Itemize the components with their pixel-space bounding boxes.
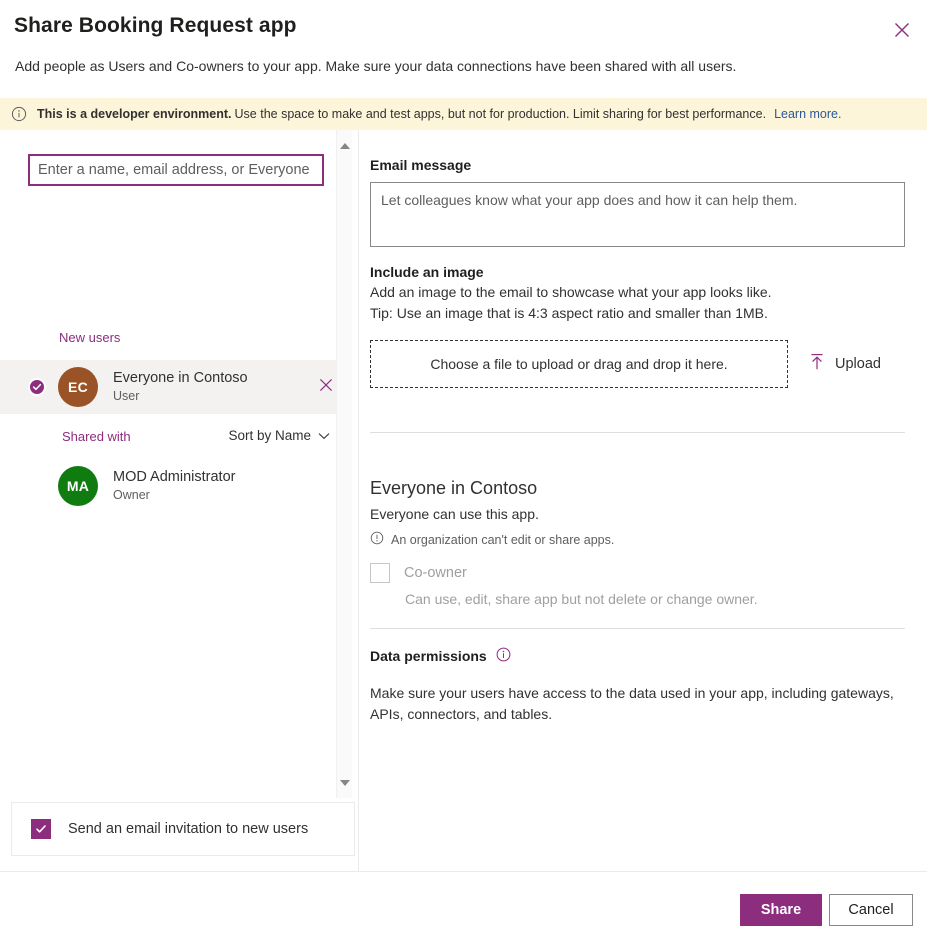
co-owner-label: Co-owner (404, 565, 467, 581)
email-message-label: Email message (370, 157, 472, 173)
permission-target-title: Everyone in Contoso (370, 478, 538, 498)
list-item-text: MOD Administrator Owner (113, 468, 235, 504)
dialog-subtitle: Add people as Users and Co-owners to you… (15, 58, 737, 74)
section-divider (370, 432, 905, 433)
selected-check-icon[interactable] (28, 378, 46, 396)
list-item[interactable]: EC Everyone in Contoso User (0, 360, 351, 414)
person-name: MOD Administrator (113, 469, 236, 485)
developer-environment-banner: This is a developer environment. Use the… (0, 98, 927, 130)
file-dropzone[interactable]: Choose a file to upload or drag and drop… (370, 340, 788, 388)
person-name: Everyone in Contoso (113, 370, 248, 386)
people-search-input[interactable] (28, 154, 324, 186)
data-permissions-text-line2: APIs, connectors, and tables. (370, 706, 553, 722)
list-item-text: Everyone in Contoso User (113, 369, 248, 405)
cancel-button[interactable]: Cancel (829, 894, 913, 926)
dialog-footer: Share Cancel (0, 872, 927, 939)
shared-with-label: Shared with (62, 429, 131, 444)
include-image-tip: Tip: Use an image that is 4:3 aspect rat… (370, 305, 768, 321)
section-divider (370, 628, 905, 629)
email-message-textarea[interactable] (370, 182, 905, 247)
sort-label: Sort by Name (228, 428, 311, 443)
send-email-invitation-label: Send an email invitation to new users (68, 821, 309, 837)
upload-label: Upload (835, 356, 881, 372)
new-users-label: New users (59, 330, 121, 345)
page-title: Share Booking Request app (14, 14, 297, 37)
share-button[interactable]: Share (740, 894, 822, 926)
co-owner-checkbox[interactable]: Co-owner (370, 563, 467, 583)
learn-more-link[interactable]: Learn more. (774, 107, 841, 121)
triangle-up-icon[interactable] (340, 143, 350, 149)
include-image-description: Add an image to the email to showcase wh… (370, 284, 772, 300)
list-item[interactable]: MA MOD Administrator Owner (0, 459, 351, 513)
avatar-initials: MA (66, 478, 90, 494)
data-permissions-title: Data permissions (370, 648, 487, 664)
avatar: MA (58, 466, 98, 506)
dialog-body: New users EC Everyone in Contoso User (0, 130, 927, 872)
checkbox-unchecked-icon (370, 563, 390, 583)
info-circle-icon[interactable] (496, 647, 511, 665)
settings-pane: Email message Include an image Add an im… (359, 130, 927, 871)
data-permissions-text-line1: Make sure your users have access to the … (370, 685, 894, 701)
upload-button[interactable]: Upload (809, 340, 881, 388)
co-owner-description: Can use, edit, share app but not delete … (405, 591, 758, 607)
banner-text: Use the space to make and test apps, but… (234, 107, 767, 121)
avatar-initials: EC (67, 379, 89, 395)
info-icon (11, 106, 27, 122)
sort-by-name-dropdown[interactable]: Sort by Name (228, 428, 330, 443)
dropzone-label: Choose a file to upload or drag and drop… (430, 356, 728, 372)
person-role: Owner (113, 488, 150, 502)
permission-note-text: An organization can't edit or share apps… (391, 532, 615, 547)
upload-icon (809, 353, 825, 375)
send-email-invitation-checkbox[interactable]: Send an email invitation to new users (11, 802, 355, 856)
checkbox-checked-icon (31, 819, 51, 839)
close-dialog-button[interactable] (885, 13, 919, 47)
data-permissions-heading: Data permissions (370, 647, 511, 665)
chevron-down-icon (318, 428, 330, 443)
close-icon (319, 378, 333, 397)
people-list-scrollbar[interactable] (336, 130, 352, 798)
permission-note: An organization can't edit or share apps… (370, 531, 614, 548)
remove-person-button[interactable] (315, 376, 337, 398)
include-an-image-label: Include an image (370, 264, 484, 280)
person-role: User (113, 389, 140, 403)
triangle-down-icon[interactable] (340, 780, 350, 786)
banner-strong-text: This is a developer environment. (37, 107, 232, 121)
avatar: EC (58, 367, 98, 407)
permission-target-subtitle: Everyone can use this app. (370, 506, 539, 522)
dialog-header: Share Booking Request app Add people as … (0, 0, 927, 98)
info-icon (370, 531, 384, 548)
people-pane: New users EC Everyone in Contoso User (0, 130, 358, 871)
close-icon (894, 22, 910, 38)
